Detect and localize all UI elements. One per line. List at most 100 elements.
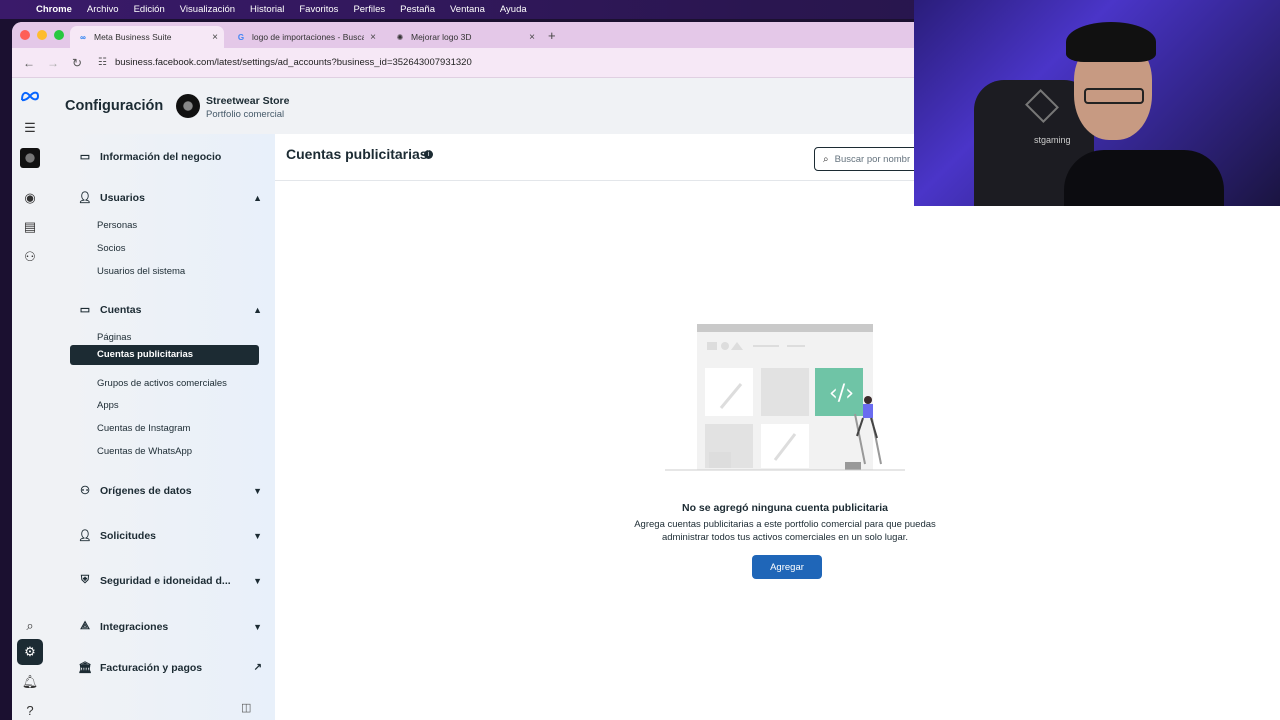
tab-title: logo de importaciones - Busca bbox=[252, 32, 364, 42]
hamburger-menu-icon[interactable]: ☰ bbox=[20, 118, 40, 138]
tab-chatgpt[interactable]: ✺ Mejorar logo 3D × bbox=[387, 26, 541, 48]
empty-state-title: No se agregó ninguna cuenta publicitaria bbox=[682, 502, 888, 514]
external-link-icon: ↗ bbox=[253, 662, 262, 673]
bank-icon: 🏛︎ bbox=[78, 662, 92, 674]
add-ad-account-button[interactable]: Agregar bbox=[752, 555, 822, 579]
bell-icon[interactable]: 🔔︎ bbox=[20, 672, 40, 692]
sidebar-item-personas[interactable]: Personas bbox=[97, 220, 137, 231]
site-settings-icon[interactable]: ☷ bbox=[98, 57, 107, 68]
menu-visualizacion[interactable]: Visualización bbox=[180, 4, 235, 15]
sidebar-label: Usuarios bbox=[100, 191, 145, 204]
svg-text:‹/›: ‹/› bbox=[829, 381, 854, 406]
accounts-icon: ▭ bbox=[79, 304, 91, 316]
menu-edicion[interactable]: Edición bbox=[134, 4, 165, 15]
tab-google-search[interactable]: G logo de importaciones - Busca × bbox=[228, 26, 382, 48]
maximize-window-button[interactable] bbox=[54, 30, 64, 40]
menu-historial[interactable]: Historial bbox=[250, 4, 284, 15]
sidebar-label: Seguridad e idoneidad d... bbox=[100, 574, 231, 587]
requests-icon: 👤︎ bbox=[78, 530, 92, 542]
menu-archivo[interactable]: Archivo bbox=[87, 4, 119, 15]
sidebar-item-grupos-activos[interactable]: Grupos de activos comerciales bbox=[97, 378, 227, 389]
sidebar-label: Facturación y pagos bbox=[100, 661, 203, 674]
window-controls bbox=[20, 30, 64, 40]
data-sources-icon: ⚇ bbox=[80, 485, 90, 497]
menu-favoritos[interactable]: Favoritos bbox=[299, 4, 338, 15]
empty-desc-line2: administrar todos tus activos comerciale… bbox=[661, 532, 909, 543]
menu-pestana[interactable]: Pestaña bbox=[400, 4, 435, 15]
tab-title: Meta Business Suite bbox=[94, 32, 172, 42]
sidebar-business-info[interactable]: ▭ Información del negocio bbox=[78, 150, 262, 164]
minimize-window-button[interactable] bbox=[37, 30, 47, 40]
google-icon: G bbox=[237, 32, 245, 42]
collapse-sidebar-icon[interactable]: ◫ bbox=[241, 701, 251, 714]
menu-ayuda[interactable]: Ayuda bbox=[500, 4, 527, 15]
menu-ventana[interactable]: Ventana bbox=[450, 4, 485, 15]
person-hair bbox=[1066, 22, 1156, 62]
reload-icon[interactable]: ↻ bbox=[68, 56, 86, 70]
business-avatar[interactable] bbox=[20, 148, 40, 168]
main-content: Cuentas publicitarias i ⌕ Buscar por nom… bbox=[275, 134, 1280, 720]
close-window-button[interactable] bbox=[20, 30, 30, 40]
search-placeholder: Buscar por nombr bbox=[834, 153, 911, 165]
sidebar-section-solicitudes[interactable]: 👤︎ Solicitudes ▼ bbox=[78, 529, 262, 543]
store-name[interactable]: Streetwear Store bbox=[206, 95, 289, 107]
sidebar-section-users[interactable]: 👤︎ Usuarios ▲ bbox=[78, 191, 262, 205]
chevron-down-icon: ▼ bbox=[253, 530, 262, 541]
sidebar-section-cuentas[interactable]: ▭ Cuentas ▲ bbox=[78, 303, 262, 317]
sidebar-section-origenes-datos[interactable]: ⚇ Orígenes de datos ▼ bbox=[78, 484, 262, 498]
sidebar-item-paginas[interactable]: Páginas bbox=[97, 332, 131, 343]
help-icon[interactable]: ? bbox=[20, 700, 40, 720]
chevron-down-icon: ▼ bbox=[253, 621, 262, 632]
settings-sidebar: ▭ Información del negocio 👤︎ Usuarios ▲ … bbox=[66, 134, 278, 720]
sidebar-section-facturacion[interactable]: 🏛︎ Facturación y pagos ↗ bbox=[78, 661, 262, 675]
forward-icon[interactable]: → bbox=[44, 56, 62, 70]
pages-icon[interactable]: ▤ bbox=[20, 217, 40, 237]
briefcase-icon: ▭ bbox=[79, 151, 91, 163]
sidebar-item-socios[interactable]: Socios bbox=[97, 243, 126, 254]
empty-state-description: Agrega cuentas publicitarias a este port… bbox=[615, 518, 955, 544]
sidebar-section-seguridad[interactable]: ⛨ Seguridad e idoneidad d... ▼ bbox=[78, 574, 262, 587]
url-text[interactable]: business.facebook.com/latest/settings/ad… bbox=[115, 57, 472, 68]
search-icon: ⌕ bbox=[823, 153, 829, 165]
left-rail: ☰ ◉ ▤ ⚇ ⌕ ⚙ 🔔︎ ? bbox=[12, 78, 48, 720]
empty-desc-line1: Agrega cuentas publicitarias a este port… bbox=[634, 519, 936, 530]
section-title: Cuentas publicitarias bbox=[286, 146, 428, 162]
menu-perfiles[interactable]: Perfiles bbox=[353, 4, 385, 15]
sidebar-item-apps[interactable]: Apps bbox=[97, 400, 119, 411]
sidebar-label: Información del negocio bbox=[100, 150, 222, 163]
close-tab-icon[interactable]: × bbox=[212, 32, 218, 43]
network-icon[interactable]: ⚇ bbox=[20, 247, 40, 267]
empty-state-illustration: ‹/› bbox=[665, 324, 905, 471]
search-icon[interactable]: ⌕ bbox=[20, 616, 40, 636]
info-icon[interactable]: i bbox=[424, 150, 433, 159]
meta-logo-icon: ∞ bbox=[80, 32, 86, 42]
chevron-down-icon: ▼ bbox=[253, 575, 262, 586]
menu-chrome[interactable]: Chrome bbox=[36, 4, 72, 15]
openai-icon: ✺ bbox=[396, 32, 404, 42]
compass-icon[interactable]: ◉ bbox=[20, 188, 40, 208]
back-icon[interactable]: ← bbox=[20, 56, 38, 70]
close-tab-icon[interactable]: × bbox=[529, 32, 535, 43]
sidebar-section-integraciones[interactable]: ⟁ Integraciones ▼ bbox=[78, 620, 262, 633]
chair-brand-text: stgaming bbox=[1034, 135, 1071, 145]
store-avatar[interactable] bbox=[176, 94, 200, 118]
sidebar-item-usuarios-sistema[interactable]: Usuarios del sistema bbox=[97, 266, 185, 277]
page-title: Configuración bbox=[65, 98, 164, 114]
tab-meta-business-suite[interactable]: ∞ Meta Business Suite × bbox=[70, 26, 224, 48]
sidebar-item-whatsapp[interactable]: Cuentas de WhatsApp bbox=[97, 446, 192, 457]
sidebar-item-cuentas-publicitarias[interactable]: Cuentas publicitarias bbox=[70, 345, 259, 365]
chevron-down-icon: ▼ bbox=[253, 485, 262, 496]
settings-gear-icon[interactable]: ⚙ bbox=[17, 639, 43, 665]
close-tab-icon[interactable]: × bbox=[370, 32, 376, 43]
person-glasses bbox=[1084, 88, 1144, 104]
new-tab-button[interactable]: + bbox=[548, 28, 556, 43]
meta-logo-icon[interactable] bbox=[20, 86, 40, 106]
sidebar-label: Integraciones bbox=[100, 620, 169, 633]
chevron-up-icon: ▲ bbox=[253, 304, 262, 315]
webcam-overlay: stgaming bbox=[914, 0, 1280, 206]
sidebar-label: Orígenes de datos bbox=[100, 484, 192, 497]
person-body bbox=[1064, 150, 1224, 206]
users-icon: 👤︎ bbox=[78, 192, 92, 204]
integrations-icon: ⟁ bbox=[80, 620, 90, 632]
sidebar-item-instagram[interactable]: Cuentas de Instagram bbox=[97, 423, 190, 434]
